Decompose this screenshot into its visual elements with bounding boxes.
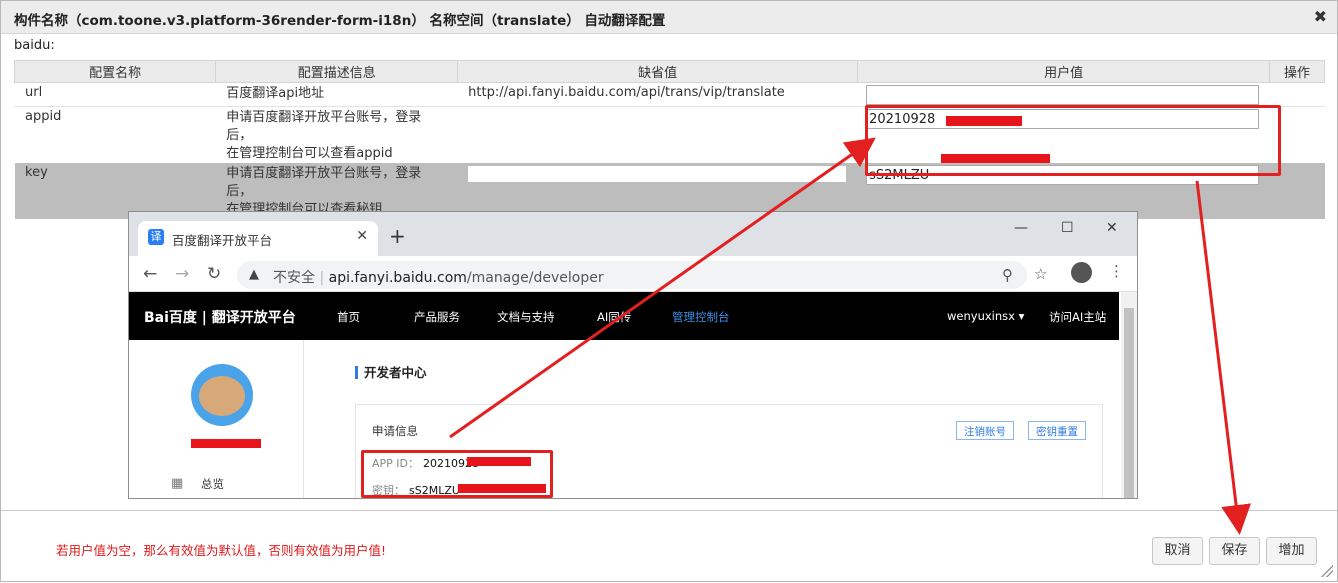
browser-screenshot: 译 百度翻译开放平台 ✕ + — ☐ ✕ ← → ↻ ▲ 不安全 | api.f… (128, 211, 1138, 499)
sidebar-item-overview[interactable]: 总览 (201, 476, 224, 492)
default-value-blank (468, 166, 847, 182)
window-close-icon[interactable]: ✕ (1106, 220, 1118, 236)
user-menu[interactable]: wenyuxinsx ▾ (947, 309, 1024, 323)
zoom-icon[interactable]: ⚲ (1002, 266, 1013, 284)
group-label: baidu: (14, 38, 55, 53)
url-path: /manage/developer (466, 270, 604, 286)
warning-icon: ▲ (249, 267, 259, 282)
translate-favicon-icon: 译 (148, 229, 164, 245)
browser-tab[interactable]: 译 百度翻译开放平台 ✕ (138, 221, 378, 256)
overview-grid-icon[interactable]: ▦ (171, 476, 183, 491)
card-title: 申请信息 (372, 424, 418, 438)
security-label: 不安全 (273, 270, 315, 286)
table-row: url 百度翻译api地址 http://api.fanyi.baidu.com… (14, 82, 1325, 107)
table-header-row: 配置名称 配置描述信息 缺省值 用户值 操作 (13, 60, 1325, 83)
nav-docs[interactable]: 文档与支持 (497, 309, 555, 325)
cancel-account-button[interactable]: 注销账号 (956, 421, 1014, 440)
baidu-logo[interactable]: Bai百度 | 翻译开放平台 (144, 307, 296, 327)
close-icon[interactable]: ✖ (1314, 7, 1327, 26)
row-desc: 申请百度翻译开放平台账号，登录后， 在管理控制台可以查看appid (216, 107, 458, 164)
browser-toolbar: ← → ↻ ▲ 不安全 | api.fanyi.baidu.com/manage… (129, 256, 1137, 292)
bookmark-star-icon[interactable]: ☆ (1034, 265, 1047, 283)
maximize-icon[interactable]: ☐ (1061, 220, 1074, 236)
cancel-button[interactable]: 取消 (1152, 537, 1203, 565)
header-actions: 操作 (1269, 60, 1325, 83)
row-desc-line: 百度翻译api地址 (226, 86, 325, 101)
row-actions (1269, 82, 1325, 107)
nav-home[interactable]: 首页 (337, 309, 360, 325)
row-desc-line: 申请百度翻译开放平台账号，登录后， (226, 166, 422, 199)
reset-key-button[interactable]: 密钥重置 (1028, 421, 1086, 440)
row-desc: 百度翻译api地址 (215, 82, 458, 107)
omnibox-text: 不安全 | api.fanyi.baidu.com/manage/develop… (273, 270, 604, 286)
highlight-box-credentials (361, 450, 553, 498)
back-icon[interactable]: ← (143, 264, 157, 284)
minimize-icon[interactable]: — (1014, 220, 1028, 236)
tab-title: 百度翻译开放平台 (172, 233, 273, 248)
dialog-titlebar: 构件名称（com.toone.v3.platform-36render-form… (1, 1, 1337, 34)
row-name: appid (25, 109, 62, 124)
site-navbar: Bai百度 | 翻译开放平台 首页 产品服务 文档与支持 AI同传 管理控制台 … (129, 292, 1119, 340)
header-default-value: 缺省值 (457, 60, 859, 83)
dev-center-heading: 开发者中心 (355, 366, 427, 379)
bear-face (199, 376, 245, 416)
redaction-mark (191, 439, 261, 448)
scroll-thumb[interactable] (1124, 308, 1134, 498)
dialog-title: 构件名称（com.toone.v3.platform-36render-form… (14, 13, 666, 29)
arrow-to-save-button (1195, 180, 1252, 535)
tab-close-icon[interactable]: ✕ (356, 228, 368, 244)
page-scrollbar[interactable] (1121, 292, 1137, 498)
profile-avatar-icon[interactable] (1071, 262, 1092, 283)
row-default: http://api.fanyi.baidu.com/api/trans/vip… (457, 82, 858, 107)
save-button[interactable]: 保存 (1209, 537, 1260, 565)
address-bar[interactable]: ▲ 不安全 | api.fanyi.baidu.com/manage/devel… (237, 261, 1027, 289)
new-tab-icon[interactable]: + (389, 224, 406, 248)
forward-icon[interactable]: → (175, 264, 189, 284)
reload-icon[interactable]: ↻ (207, 264, 221, 284)
menu-kebab-icon[interactable]: ⋮ (1109, 262, 1124, 280)
browser-tabstrip: 译 百度翻译开放平台 ✕ + — ☐ ✕ (129, 212, 1137, 256)
nav-ai-interpret[interactable]: AI同传 (597, 309, 631, 325)
add-button[interactable]: 增加 (1266, 537, 1317, 565)
site-sidebar: ▦ 总览 (129, 340, 304, 498)
header-config-desc: 配置描述信息 (215, 60, 459, 83)
nav-products[interactable]: 产品服务 (414, 309, 460, 325)
header-config-name: 配置名称 (13, 60, 217, 83)
footer-divider (1, 510, 1337, 511)
url-host: api.fanyi.baidu.com (328, 270, 467, 286)
header-user-value: 用户值 (857, 60, 1271, 83)
user-value-input-url[interactable] (866, 85, 1260, 105)
user-avatar (191, 364, 253, 426)
highlight-box-user-values (865, 105, 1281, 176)
row-desc-line: 申请百度翻译开放平台账号，登录后， (226, 110, 422, 143)
config-dialog: 构件名称（com.toone.v3.platform-36render-form… (0, 0, 1338, 582)
visit-ai-link[interactable]: 访问AI主站 (1049, 309, 1106, 325)
nav-console[interactable]: 管理控制台 (672, 309, 730, 325)
resize-grip-icon[interactable] (1321, 565, 1333, 577)
row-default (458, 107, 858, 164)
hint-text: 若用户值为空，那么有效值为默认值，否则有效值为用户值! (56, 543, 387, 558)
row-name: url (14, 82, 216, 107)
row-desc-line: 在管理控制台可以查看appid (226, 146, 393, 161)
